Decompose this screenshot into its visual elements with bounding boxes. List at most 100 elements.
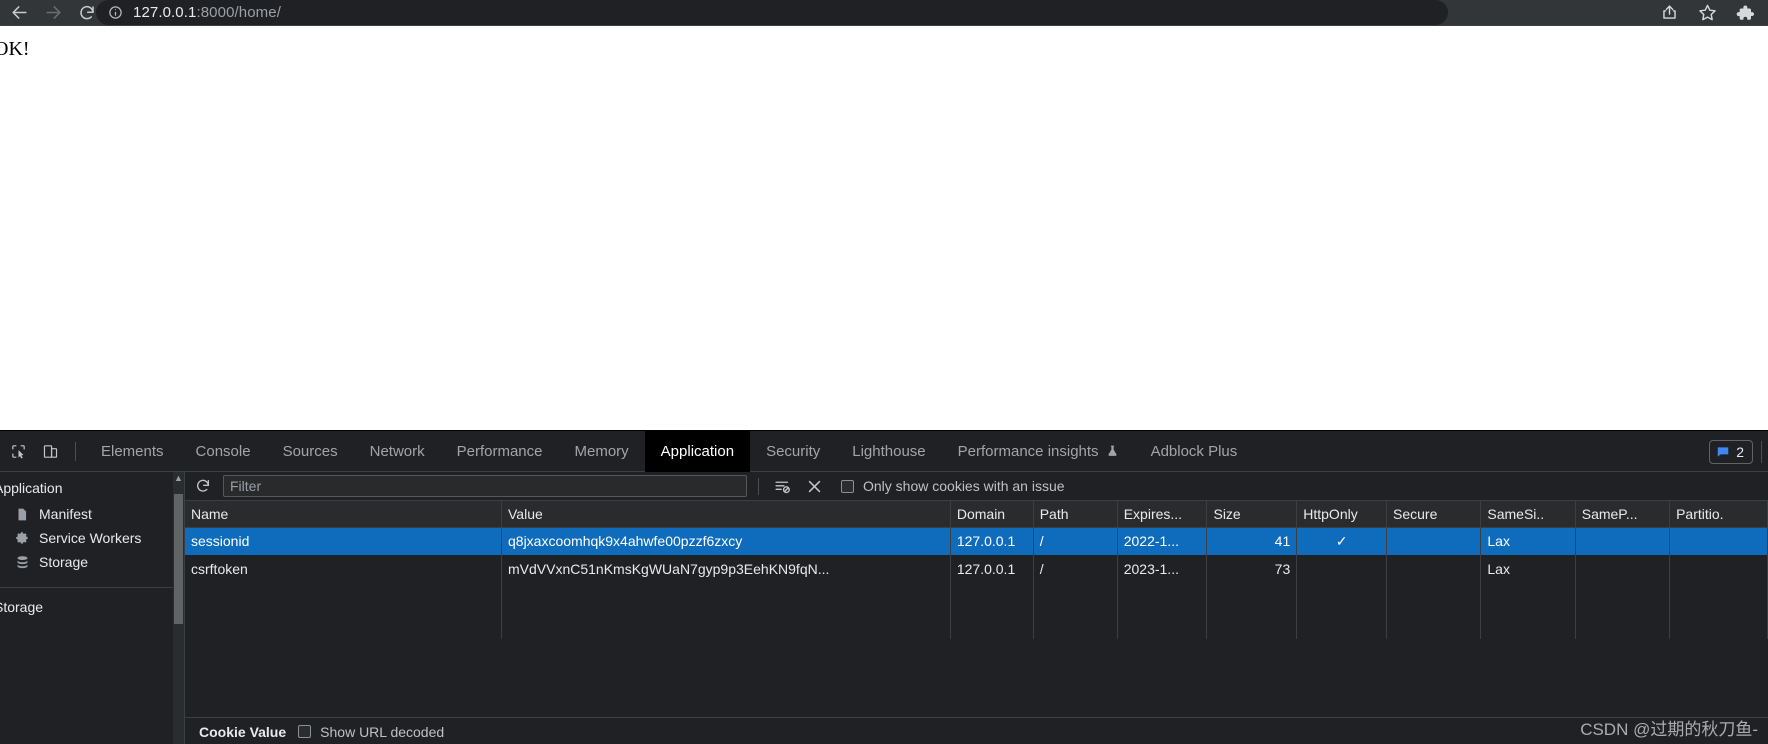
issues-badge[interactable]: 2 (1709, 439, 1753, 464)
column-header-httponly[interactable]: HttpOnly (1296, 501, 1388, 528)
table-header-row: Name Value Domain Path Expires... Size H… (185, 501, 1768, 528)
browser-toolbar-actions (1652, 0, 1762, 25)
tab-application[interactable]: Application (644, 430, 751, 472)
tab-performance-insights[interactable]: Performance insights (942, 431, 1135, 472)
application-sidebar: Application Manifest Service Workers Sto… (0, 472, 185, 744)
delete-cookies-button[interactable] (802, 474, 826, 498)
only-show-issues-label: Only show cookies with an issue (863, 478, 1065, 494)
show-url-decoded-label: Show URL decoded (320, 723, 445, 740)
device-toolbar-button[interactable] (34, 435, 66, 467)
arrow-left-icon (11, 6, 27, 19)
column-header-sameparty[interactable]: SameP... (1575, 501, 1671, 528)
table-row[interactable]: csrftoken mVdVVxnC51nKmsKgWUaN7gyp9p3Eeh… (185, 555, 1768, 583)
tab-elements[interactable]: Elements (85, 431, 180, 472)
close-x-icon (808, 480, 820, 492)
tab-label: Memory (574, 442, 629, 460)
tab-network[interactable]: Network (354, 431, 441, 472)
column-header-samesite[interactable]: SameSi.. (1480, 501, 1576, 528)
inspect-element-icon (11, 444, 25, 459)
sidebar-item-storage[interactable]: Storage (0, 550, 184, 574)
devtools-tabbar: Elements Console Sources Network Perform… (0, 430, 1768, 472)
toolbar-divider (758, 477, 759, 495)
cell-httponly: ✓ (1296, 527, 1388, 555)
address-bar[interactable]: 127.0.0.1:8000/home/ (96, 0, 1448, 25)
message-icon (1716, 445, 1730, 459)
sidebar-item-service-workers[interactable]: Service Workers (0, 526, 184, 550)
column-header-value[interactable]: Value (501, 501, 951, 528)
back-button[interactable] (2, 0, 36, 25)
device-toolbar-icon (43, 444, 57, 458)
show-url-decoded-control[interactable]: Show URL decoded (298, 724, 444, 740)
column-header-secure[interactable]: Secure (1386, 501, 1482, 528)
cell-path: / (1033, 527, 1118, 555)
tab-security[interactable]: Security (750, 431, 836, 472)
scrollbar-thumb[interactable] (174, 494, 183, 624)
document-icon (14, 506, 30, 522)
cell-secure (1386, 555, 1482, 583)
column-header-expires[interactable]: Expires... (1117, 501, 1208, 528)
tab-label: Network (369, 442, 425, 460)
cookie-value-panel-header: Cookie Value Show URL decoded (185, 717, 1768, 744)
share-icon (1662, 5, 1676, 19)
browser-toolbar: 127.0.0.1:8000/home/ (0, 0, 1768, 25)
filter-input[interactable] (223, 475, 747, 497)
page-body-text: OK! (0, 38, 30, 60)
scroll-up-arrow[interactable]: ▲ (173, 474, 184, 483)
table-row[interactable]: sessionid q8jxaxcoomhqk9x4ahwfe00pzzf6zx… (185, 527, 1768, 555)
issues-count: 2 (1736, 443, 1744, 460)
tab-label: Security (766, 442, 821, 460)
refresh-icon (197, 479, 209, 492)
tab-performance[interactable]: Performance (441, 431, 559, 472)
star-icon (1698, 4, 1716, 21)
column-header-size[interactable]: Size (1206, 501, 1298, 528)
table-empty-row (185, 583, 1768, 611)
only-show-issues-checkbox[interactable] (841, 479, 854, 493)
url-host: 127.0.0.1 (133, 4, 197, 21)
sidebar-scrollbar[interactable]: ▲ (173, 472, 184, 744)
tab-sources[interactable]: Sources (267, 431, 354, 472)
cookie-value-title: Cookie Value (199, 723, 287, 740)
column-header-domain[interactable]: Domain (950, 501, 1034, 528)
cell-size: 73 (1206, 555, 1298, 583)
inspect-element-button[interactable] (2, 435, 34, 467)
table-empty-row (185, 611, 1768, 639)
tab-lighthouse[interactable]: Lighthouse (836, 431, 941, 472)
show-url-decoded-checkbox[interactable] (298, 725, 312, 738)
refresh-cookies-button[interactable] (191, 474, 215, 498)
watermark: CSDN @过期的秋刀鱼- (1580, 720, 1758, 739)
sidebar-section-application: Application (0, 480, 63, 496)
tab-adblock-plus[interactable]: Adblock Plus (1135, 431, 1254, 472)
cell-sameparty (1575, 555, 1671, 583)
tab-memory[interactable]: Memory (559, 431, 645, 472)
cell-name: csrftoken (185, 555, 502, 583)
sidebar-item-label: Storage (39, 554, 89, 570)
share-button[interactable] (1652, 0, 1686, 25)
column-header-name[interactable]: Name (185, 501, 502, 528)
sidebar-item-manifest[interactable]: Manifest (0, 502, 184, 526)
cookies-toolbar: Only show cookies with an issue (185, 472, 1768, 501)
extensions-button[interactable] (1728, 0, 1762, 25)
tab-console[interactable]: Console (180, 431, 267, 472)
flask-icon (1106, 444, 1119, 458)
sidebar-item-label: Manifest (39, 506, 92, 522)
navigation-buttons (0, 0, 104, 25)
devtools-panel: Elements Console Sources Network Perform… (0, 430, 1768, 744)
toolbar-divider (75, 441, 76, 461)
info-circle-icon[interactable] (108, 5, 123, 20)
tab-label: Sources (282, 442, 338, 460)
tab-label: Elements (101, 442, 164, 460)
only-show-issues-control[interactable]: Only show cookies with an issue (841, 478, 1065, 494)
bookmark-button[interactable] (1690, 0, 1724, 25)
cell-partitionkey (1669, 527, 1768, 555)
cell-samesite: Lax (1480, 555, 1576, 583)
column-header-path[interactable]: Path (1033, 501, 1118, 528)
clear-filtered-cookies-button[interactable] (770, 474, 794, 498)
tab-label: Performance insights (957, 442, 1099, 460)
cell-partitionkey (1669, 555, 1768, 583)
column-header-partitionkey[interactable]: Partitio. (1669, 501, 1768, 528)
cell-expires: 2022-1... (1117, 527, 1208, 555)
gear-icon (14, 530, 30, 546)
address-bar-url: 127.0.0.1:8000/home/ (133, 4, 281, 21)
cookies-table-container: Name Value Domain Path Expires... Size H… (185, 501, 1768, 717)
forward-button[interactable] (36, 0, 70, 25)
